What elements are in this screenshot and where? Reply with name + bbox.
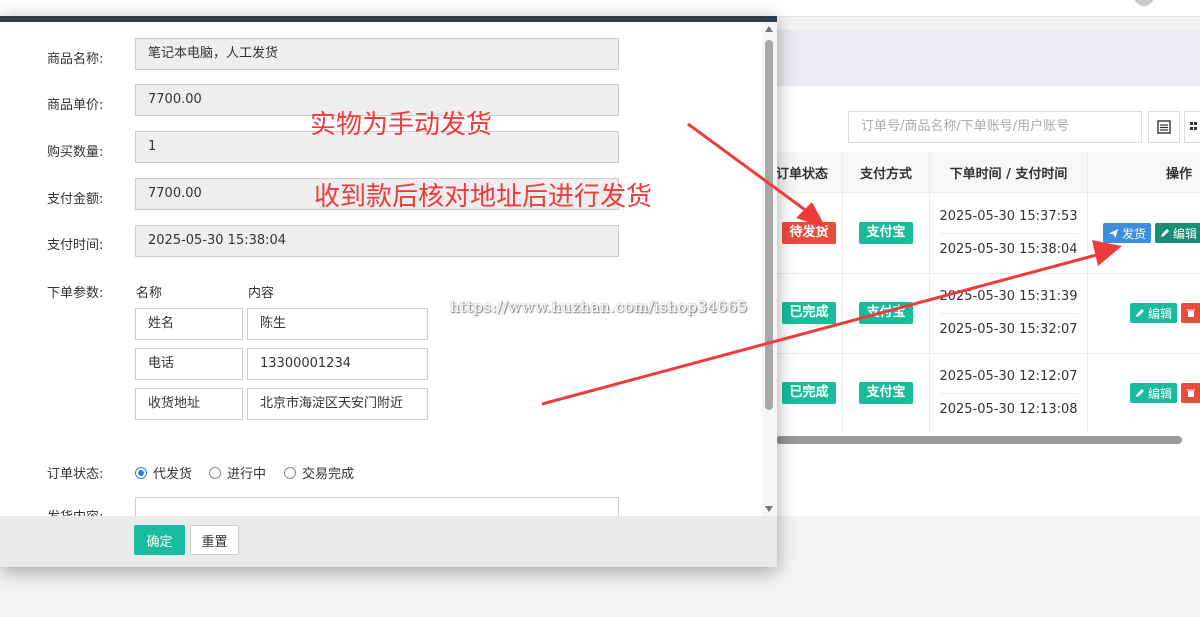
table-header-row: 订单状态 支付方式 下单时间 / 支付时间 操作 bbox=[776, 152, 1200, 193]
pencil-icon bbox=[1161, 229, 1170, 237]
annotation-text-manual-shipping: 实物为手动发货 bbox=[310, 110, 493, 140]
pay-cell: 支付宝 bbox=[843, 273, 930, 353]
order-search-input[interactable]: 订单号/商品名称/下单账号/用户账号 bbox=[848, 111, 1142, 143]
status-radio-completed[interactable]: 交易完成 bbox=[284, 463, 354, 482]
time-cell: 2025-05-30 12:12:07 2025-05-30 12:13:08 bbox=[930, 353, 1088, 433]
watermark-url: https://www.huzhan.com/ishop34665 bbox=[450, 298, 748, 316]
pencil-icon bbox=[1136, 389, 1144, 397]
ship-button[interactable]: 发货 bbox=[1103, 223, 1152, 243]
header-times: 下单时间 / 支付时间 bbox=[930, 152, 1088, 192]
order-edit-dialog: 商品名称: 笔记本电脑，人工发货 商品单价: 7700.00 购买数量: 1 支… bbox=[0, 16, 777, 567]
pay-amount-label: 支付金额: bbox=[47, 192, 104, 207]
table-row: 已完成 支付宝 2025-05-30 15:31:39 2025-05-30 1… bbox=[776, 273, 1200, 354]
radio-selected-icon bbox=[135, 466, 147, 479]
scroll-up-icon[interactable] bbox=[765, 26, 773, 32]
pay-badge: 支付宝 bbox=[859, 302, 913, 324]
edit-button-label: 编辑 bbox=[1148, 306, 1173, 321]
actions-cell: 编辑 bbox=[1130, 273, 1200, 353]
param-name-field[interactable]: 收货地址 bbox=[135, 388, 243, 420]
table-row: 待发货 支付宝 2025-05-30 15:37:53 2025-05-30 1… bbox=[776, 193, 1200, 274]
status-radio-pending[interactable]: 代发货 bbox=[135, 463, 192, 482]
page-footer-area bbox=[776, 516, 1200, 617]
order-status-label: 订单状态: bbox=[47, 467, 104, 482]
dialog-vertical-scrollbar[interactable] bbox=[762, 22, 777, 516]
status-cell: 已完成 bbox=[776, 273, 843, 353]
radio-label: 进行中 bbox=[227, 467, 267, 482]
pay-time: 2025-05-30 15:38:04 bbox=[939, 232, 1078, 266]
params-content-header: 内容 bbox=[248, 286, 275, 301]
pencil-icon bbox=[1136, 309, 1144, 317]
edit-button[interactable]: 编辑 bbox=[1155, 223, 1200, 243]
pay-badge: 支付宝 bbox=[859, 222, 913, 244]
pay-cell: 支付宝 bbox=[843, 353, 930, 433]
actions-cell: 发货 编辑 bbox=[1103, 193, 1200, 273]
delivery-content-textarea[interactable] bbox=[135, 497, 619, 516]
params-name-header: 名称 bbox=[136, 286, 163, 301]
edit-button-label: 编辑 bbox=[1148, 386, 1173, 401]
pay-time-field[interactable]: 2025-05-30 15:38:04 bbox=[135, 225, 619, 257]
status-cell: 已完成 bbox=[776, 353, 843, 433]
param-content-field[interactable]: 13300001234 bbox=[247, 348, 428, 380]
pay-badge: 支付宝 bbox=[859, 382, 913, 404]
list-icon bbox=[1157, 120, 1171, 134]
scroll-thumb[interactable] bbox=[765, 40, 773, 410]
delivery-content-label: 发货内容: bbox=[47, 506, 127, 516]
delete-button[interactable] bbox=[1181, 303, 1200, 323]
scroll-down-icon[interactable] bbox=[765, 506, 773, 512]
status-badge: 已完成 bbox=[782, 302, 836, 324]
paper-plane-icon bbox=[1108, 228, 1119, 238]
dialog-body: 商品名称: 笔记本电脑，人工发货 商品单价: 7700.00 购买数量: 1 支… bbox=[0, 22, 762, 516]
table-columns-button[interactable] bbox=[1184, 111, 1200, 143]
edit-button-label: 编辑 bbox=[1173, 226, 1198, 241]
header-actions: 操作 bbox=[1165, 166, 1192, 182]
edit-button[interactable]: 编辑 bbox=[1130, 303, 1178, 323]
status-cell: 待发货 bbox=[776, 193, 843, 273]
trash-icon bbox=[1187, 309, 1196, 317]
grid-icon bbox=[1189, 122, 1197, 130]
order-params-label: 下单参数: bbox=[47, 286, 104, 301]
quantity-label: 购买数量: bbox=[47, 145, 104, 160]
trash-icon bbox=[1187, 389, 1196, 397]
radio-unselected-icon bbox=[284, 466, 296, 479]
order-time: 2025-05-30 12:12:07 bbox=[939, 368, 1078, 384]
order-time: 2025-05-30 15:37:53 bbox=[939, 208, 1078, 224]
param-content-field[interactable]: 陈生 bbox=[247, 308, 428, 340]
status-radio-in-progress[interactable]: 进行中 bbox=[209, 463, 266, 482]
table-horizontal-scrollbar[interactable] bbox=[776, 436, 1182, 444]
table-view-button[interactable] bbox=[1148, 111, 1180, 143]
ship-button-label: 发货 bbox=[1122, 226, 1147, 241]
product-name-label: 商品名称: bbox=[47, 52, 104, 67]
header-pay-method: 支付方式 bbox=[843, 152, 930, 192]
status-badge: 待发货 bbox=[782, 222, 836, 244]
table-row: 已完成 支付宝 2025-05-30 12:12:07 2025-05-30 1… bbox=[776, 353, 1200, 433]
page-header-band bbox=[776, 30, 1200, 86]
delete-button[interactable] bbox=[1181, 383, 1200, 403]
pay-time: 2025-05-30 12:13:08 bbox=[939, 392, 1078, 426]
dialog-footer bbox=[0, 516, 777, 567]
annotation-text-verify-address: 收到款后核对地址后进行发货 bbox=[314, 182, 653, 212]
confirm-button[interactable]: 确定 bbox=[134, 525, 185, 555]
header-order-status: 订单状态 bbox=[776, 152, 843, 192]
status-badge: 已完成 bbox=[782, 382, 836, 404]
radio-label: 代发货 bbox=[153, 467, 193, 482]
pay-cell: 支付宝 bbox=[843, 193, 930, 273]
order-time: 2025-05-30 15:31:39 bbox=[939, 288, 1078, 304]
radio-label: 交易完成 bbox=[302, 467, 355, 482]
param-content-field[interactable]: 北京市海淀区天安门附近 bbox=[247, 388, 428, 420]
reset-button[interactable]: 重置 bbox=[190, 525, 239, 555]
time-cell: 2025-05-30 15:37:53 2025-05-30 15:38:04 bbox=[930, 193, 1088, 273]
param-name-field[interactable]: 姓名 bbox=[135, 308, 243, 340]
product-name-field[interactable]: 笔记本电脑，人工发货 bbox=[135, 38, 619, 70]
pay-time: 2025-05-30 15:32:07 bbox=[939, 312, 1078, 346]
radio-unselected-icon bbox=[209, 466, 221, 479]
param-name-field[interactable]: 电话 bbox=[135, 348, 243, 380]
edit-button[interactable]: 编辑 bbox=[1130, 383, 1178, 403]
unit-price-label: 商品单价: bbox=[47, 98, 104, 113]
time-cell: 2025-05-30 15:31:39 2025-05-30 15:32:07 bbox=[930, 273, 1088, 353]
top-bar bbox=[0, 0, 1200, 17]
pay-time-label: 支付时间: bbox=[47, 238, 104, 253]
avatar[interactable] bbox=[1134, 0, 1154, 6]
actions-cell: 编辑 bbox=[1130, 353, 1200, 433]
